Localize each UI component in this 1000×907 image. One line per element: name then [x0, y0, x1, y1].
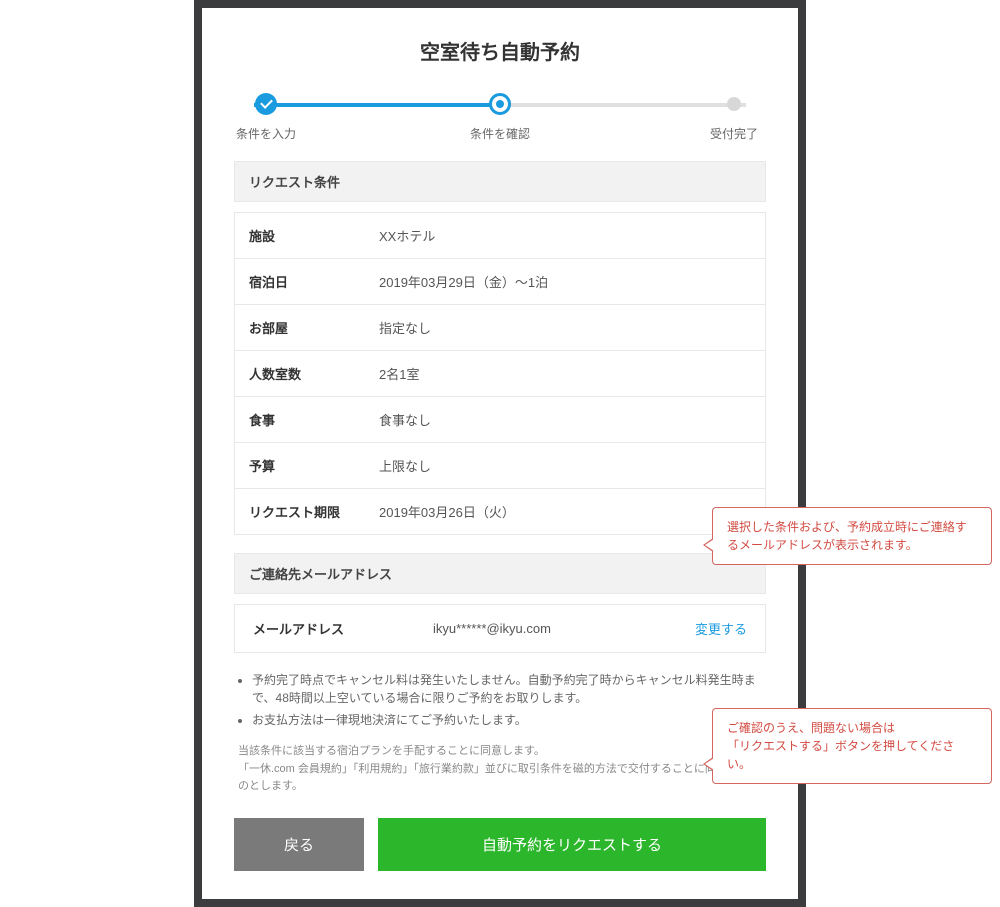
step-2-label: 条件を確認 [470, 125, 530, 142]
table-row: 宿泊日 2019年03月29日（金）〜1泊 [235, 259, 765, 305]
row-value-date: 2019年03月29日（金）〜1泊 [379, 272, 751, 291]
step-3: 受付完了 [694, 93, 774, 142]
step-2: 条件を確認 [460, 93, 540, 142]
agreement-line-2: 「一休.com 会員規約」「利用規約」「旅行業約款」並びに取引条件を磁的方法で交… [238, 761, 766, 796]
callout-submit-line1: ご確認のうえ、問題ない場合は [727, 721, 895, 735]
row-value-budget: 上限なし [379, 456, 751, 475]
step-3-label: 受付完了 [710, 125, 758, 142]
table-row: 食事 食事なし [235, 397, 765, 443]
button-row: 戻る 自動予約をリクエストする [234, 818, 766, 871]
email-box: メールアドレス ikyu******@ikyu.com 変更する [234, 604, 766, 653]
agreement-line-1: 当該条件に該当する宿泊プランを手配することに同意します。 [238, 743, 766, 761]
notes-list: 予約完了時点でキャンセル料は発生いたしません。自動予約完了時からキャンセル料発生… [234, 671, 766, 729]
current-step-icon [489, 93, 511, 115]
row-value-deadline: 2019年03月26日（火） [379, 502, 751, 521]
row-label-persons: 人数室数 [249, 364, 379, 383]
pending-step-icon [727, 97, 741, 111]
table-row: リクエスト期限 2019年03月26日（火） [235, 489, 765, 534]
back-button[interactable]: 戻る [234, 818, 364, 871]
note-item: お支払方法は一律現地決済にてご予約いたします。 [252, 711, 766, 729]
progress-bar: 条件を入力 条件を確認 受付完了 [254, 93, 746, 143]
row-label-room: お部屋 [249, 318, 379, 337]
table-row: 施設 XXホテル [235, 213, 765, 259]
callout-email: 選択した条件および、予約成立時にご連絡するメールアドレスが表示されます。 [712, 507, 992, 565]
email-value: ikyu******@ikyu.com [413, 621, 695, 636]
change-email-link[interactable]: 変更する [695, 619, 747, 638]
row-label-date: 宿泊日 [249, 272, 379, 291]
table-row: 予算 上限なし [235, 443, 765, 489]
agreement-text: 当該条件に該当する宿泊プランを手配することに同意します。 「一休.com 会員規… [234, 743, 766, 796]
request-conditions-header: リクエスト条件 [234, 161, 766, 202]
contact-email-header: ご連絡先メールアドレス [234, 553, 766, 594]
callout-email-text: 選択した条件および、予約成立時にご連絡するメールアドレスが表示されます。 [727, 520, 967, 552]
step-1-label: 条件を入力 [236, 125, 296, 142]
modal-content: 空室待ち自動予約 条件を入力 条件を確認 受付完了 [202, 8, 798, 899]
table-row: お部屋 指定なし [235, 305, 765, 351]
row-value-meal: 食事なし [379, 410, 751, 429]
row-label-budget: 予算 [249, 456, 379, 475]
callout-submit-line2: 「リクエストする」ボタンを押してください。 [727, 739, 954, 771]
note-item: 予約完了時点でキャンセル料は発生いたしません。自動予約完了時からキャンセル料発生… [252, 671, 766, 707]
step-1: 条件を入力 [226, 93, 306, 142]
request-conditions-table: 施設 XXホテル 宿泊日 2019年03月29日（金）〜1泊 お部屋 指定なし … [234, 212, 766, 535]
row-label-facility: 施設 [249, 226, 379, 245]
row-value-persons: 2名1室 [379, 364, 751, 383]
row-label-deadline: リクエスト期限 [249, 502, 379, 521]
row-label-meal: 食事 [249, 410, 379, 429]
row-value-room: 指定なし [379, 318, 751, 337]
callout-submit: ご確認のうえ、問題ない場合は 「リクエストする」ボタンを押してください。 [712, 708, 992, 784]
modal-frame: 空室待ち自動予約 条件を入力 条件を確認 受付完了 [194, 0, 806, 907]
row-value-facility: XXホテル [379, 226, 751, 245]
table-row: 人数室数 2名1室 [235, 351, 765, 397]
submit-request-button[interactable]: 自動予約をリクエストする [378, 818, 766, 871]
page-title: 空室待ち自動予約 [234, 36, 766, 65]
check-icon [255, 93, 277, 115]
email-label: メールアドレス [253, 619, 413, 638]
